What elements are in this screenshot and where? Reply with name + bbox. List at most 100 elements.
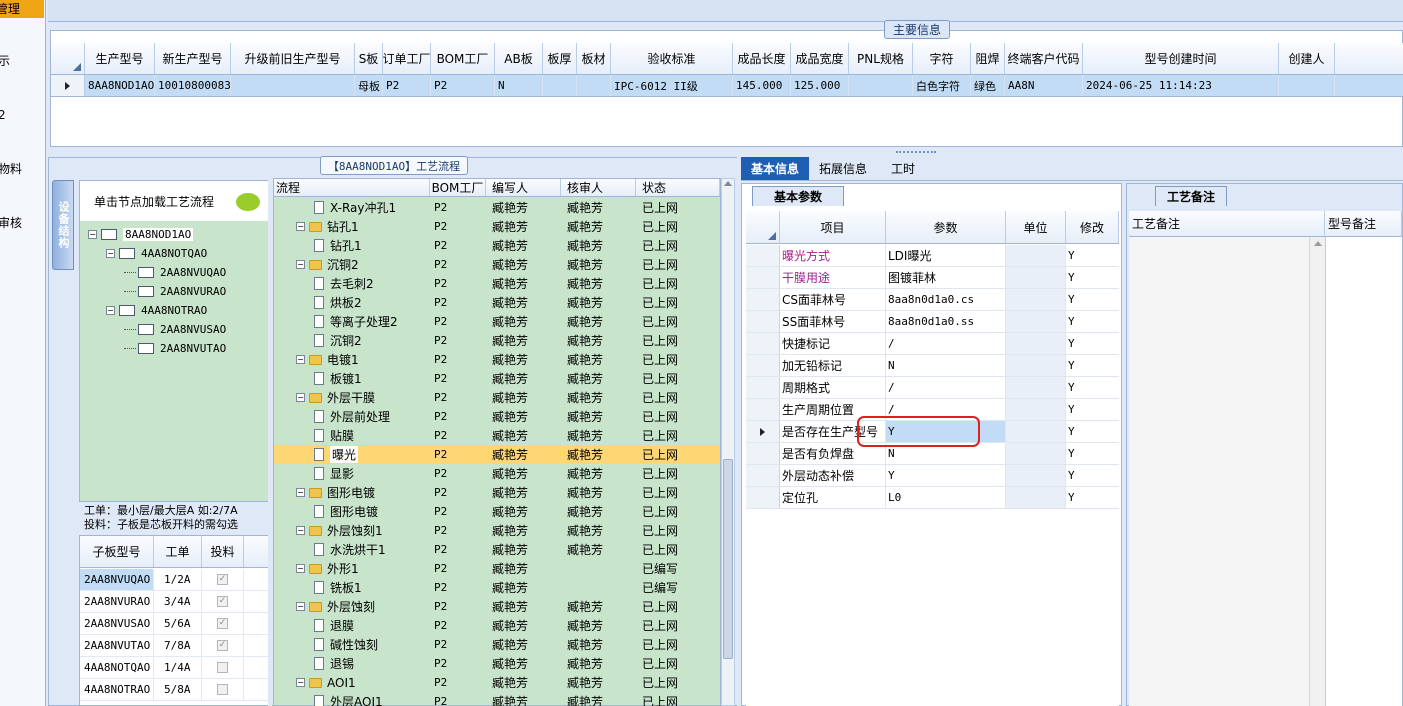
- notes-scroll-up-icon[interactable]: [1314, 241, 1322, 246]
- col-main-4[interactable]: 订单工厂: [383, 43, 431, 74]
- param-row[interactable]: SS面菲林号 8aa8n0d1a0.ss Y: [746, 311, 1119, 333]
- feed-checkbox[interactable]: ✓: [217, 640, 228, 651]
- col-main-8[interactable]: 板材: [577, 43, 611, 74]
- param-row[interactable]: 外层动态补偿 Y Y: [746, 465, 1119, 487]
- sub-board-row[interactable]: 2AA8NVURAO 3/4A ✓: [80, 591, 268, 613]
- tree-node[interactable]: 2AA8NVURAO: [124, 282, 226, 301]
- tab-work-hours[interactable]: 工时: [877, 157, 929, 180]
- sub-board-row[interactable]: 4AA8NOTRAO 5/8A: [80, 679, 268, 701]
- feed-checkbox[interactable]: ✓: [217, 596, 228, 607]
- side-tab-equipment[interactable]: 设备结构: [52, 180, 74, 270]
- col-writer[interactable]: 编写人: [486, 179, 561, 196]
- col-reviewer[interactable]: 核审人: [561, 179, 636, 196]
- collapse-toggle-icon[interactable]: −: [296, 564, 305, 573]
- flow-row[interactable]: 板镀1 P2 臧艳芳 臧艳芳 已上网: [274, 369, 720, 388]
- flow-row[interactable]: 退膜 P2 臧艳芳 臧艳芳 已上网: [274, 616, 720, 635]
- col-main-7[interactable]: 板厚: [543, 43, 577, 74]
- flow-row[interactable]: 碱性蚀刻 P2 臧艳芳 臧艳芳 已上网: [274, 635, 720, 654]
- flow-row[interactable]: 烘板2 P2 臧艳芳 臧艳芳 已上网: [274, 293, 720, 312]
- flow-row[interactable]: X-Ray冲孔1 P2 臧艳芳 臧艳芳 已上网: [274, 198, 720, 217]
- col-main-2[interactable]: 升级前旧生产型号: [231, 43, 355, 74]
- flow-row[interactable]: 显影 P2 臧艳芳 臧艳芳 已上网: [274, 464, 720, 483]
- flow-row[interactable]: − 图形电镀 P2 臧艳芳 臧艳芳 已上网: [274, 483, 720, 502]
- scroll-thumb[interactable]: [723, 459, 733, 659]
- nav-item-2[interactable]: 2: [0, 106, 44, 124]
- sub-board-row[interactable]: 2AA8NVUTAO 7/8A ✓: [80, 635, 268, 657]
- flow-row[interactable]: − 钻孔1 P2 臧艳芳 臧艳芳 已上网: [274, 217, 720, 236]
- collapse-toggle-icon[interactable]: −: [296, 222, 305, 231]
- param-row[interactable]: 定位孔 L0 Y: [746, 487, 1119, 509]
- nav-item-management[interactable]: 管理: [0, 0, 44, 18]
- col-process-notes[interactable]: 工艺备注: [1129, 211, 1325, 237]
- param-row[interactable]: 周期格式 / Y: [746, 377, 1119, 399]
- param-value[interactable]: 8aa8n0d1a0.ss: [886, 311, 1006, 332]
- col-main-14[interactable]: 阻焊: [971, 43, 1005, 74]
- feed-checkbox[interactable]: [217, 684, 228, 695]
- param-value[interactable]: 8aa8n0d1a0.cs: [886, 289, 1006, 310]
- flow-row[interactable]: 钻孔1 P2 臧艳芳 臧艳芳 已上网: [274, 236, 720, 255]
- collapse-toggle-icon[interactable]: −: [296, 678, 305, 687]
- feed-checkbox[interactable]: [217, 662, 228, 673]
- feed-checkbox[interactable]: ✓: [217, 574, 228, 585]
- flow-row[interactable]: − 沉铜2 P2 臧艳芳 臧艳芳 已上网: [274, 255, 720, 274]
- col-status[interactable]: 状态: [636, 179, 720, 196]
- col-main-16[interactable]: 型号创建时间: [1083, 43, 1279, 74]
- col-main-9[interactable]: 验收标准: [611, 43, 733, 74]
- param-row[interactable]: 加无铅标记 N Y: [746, 355, 1119, 377]
- col-main-17[interactable]: 创建人: [1279, 43, 1335, 74]
- col-sub-model[interactable]: 子板型号: [80, 536, 154, 567]
- param-row[interactable]: 干膜用途 图镀菲林 Y: [746, 267, 1119, 289]
- param-value[interactable]: 图镀菲林: [886, 267, 1006, 288]
- tab-basic-params[interactable]: 基本参数: [752, 186, 844, 206]
- flow-row[interactable]: 外层前处理 P2 臧艳芳 臧艳芳 已上网: [274, 407, 720, 426]
- param-value[interactable]: Y: [886, 465, 1006, 486]
- tree-node[interactable]: − 8AA8NOD1AO: [88, 225, 194, 244]
- col-model-notes[interactable]: 型号备注: [1325, 211, 1402, 237]
- flow-row[interactable]: 铣板1 P2 臧艳芳 已编写: [274, 578, 720, 597]
- nav-item-display[interactable]: 示: [0, 52, 44, 70]
- tree-node[interactable]: − 4AA8NOTQAO: [106, 244, 207, 263]
- tree-node[interactable]: 2AA8NVUSAO: [124, 320, 226, 339]
- flow-row[interactable]: − 外层干膜 P2 臧艳芳 臧艳芳 已上网: [274, 388, 720, 407]
- flow-row[interactable]: − AOI1 P2 臧艳芳 臧艳芳 已上网: [274, 673, 720, 692]
- flow-row[interactable]: − 外形1 P2 臧艳芳 已编写: [274, 559, 720, 578]
- flow-row[interactable]: 沉铜2 P2 臧艳芳 臧艳芳 已上网: [274, 331, 720, 350]
- param-value[interactable]: L0: [886, 487, 1006, 508]
- flow-row[interactable]: 等离子处理2 P2 臧艳芳 臧艳芳 已上网: [274, 312, 720, 331]
- collapse-toggle-icon[interactable]: −: [296, 488, 305, 497]
- col-main-15[interactable]: 终端客户代码: [1005, 43, 1083, 74]
- col-main-1[interactable]: 新生产型号: [155, 43, 231, 74]
- tree-splitter[interactable]: [268, 180, 272, 706]
- collapse-toggle-icon[interactable]: −: [88, 230, 97, 239]
- param-row[interactable]: CS面菲林号 8aa8n0d1a0.cs Y: [746, 289, 1119, 311]
- process-scrollbar[interactable]: [721, 178, 735, 706]
- flow-row[interactable]: − 外层蚀刻1 P2 臧艳芳 臧艳芳 已上网: [274, 521, 720, 540]
- flow-row[interactable]: 图形电镀 P2 臧艳芳 臧艳芳 已上网: [274, 502, 720, 521]
- col-main-10[interactable]: 成品长度: [733, 43, 791, 74]
- param-value[interactable]: /: [886, 333, 1006, 354]
- col-main-5[interactable]: BOM工厂: [431, 43, 495, 74]
- param-value[interactable]: /: [886, 377, 1006, 398]
- collapse-toggle-icon[interactable]: −: [296, 355, 305, 364]
- notes-scrollbar[interactable]: [1309, 237, 1325, 706]
- collapse-toggle-icon[interactable]: −: [296, 526, 305, 535]
- tree-node[interactable]: 2AA8NVUTAO: [124, 339, 226, 358]
- col-unit[interactable]: 单位: [1006, 211, 1066, 243]
- collapse-toggle-icon[interactable]: −: [296, 393, 305, 402]
- col-order[interactable]: 工单: [154, 536, 202, 567]
- feed-checkbox[interactable]: ✓: [217, 618, 228, 629]
- col-main-12[interactable]: PNL规格: [849, 43, 913, 74]
- tab-basic-info[interactable]: 基本信息: [741, 157, 809, 180]
- param-row[interactable]: 曝光方式 LDI曝光 Y: [746, 245, 1119, 267]
- sub-board-row[interactable]: 2AA8NVUSAO 5/6A ✓: [80, 613, 268, 635]
- sub-board-row[interactable]: 4AA8NOTQAO 1/4A: [80, 657, 268, 679]
- col-feed[interactable]: 投料: [202, 536, 244, 567]
- nav-item-review[interactable]: 审核: [0, 214, 44, 232]
- flow-row[interactable]: 外层AOI1 P2 臧艳芳 臧艳芳 已上网: [274, 692, 720, 706]
- param-value[interactable]: N: [886, 355, 1006, 376]
- collapse-toggle-icon[interactable]: −: [296, 602, 305, 611]
- collapse-toggle-icon[interactable]: −: [296, 260, 305, 269]
- col-main-6[interactable]: AB板: [495, 43, 543, 74]
- flow-row[interactable]: 曝光 P2 臧艳芳 臧艳芳 已上网: [274, 445, 720, 464]
- col-bom-factory[interactable]: BOM工厂: [430, 179, 486, 196]
